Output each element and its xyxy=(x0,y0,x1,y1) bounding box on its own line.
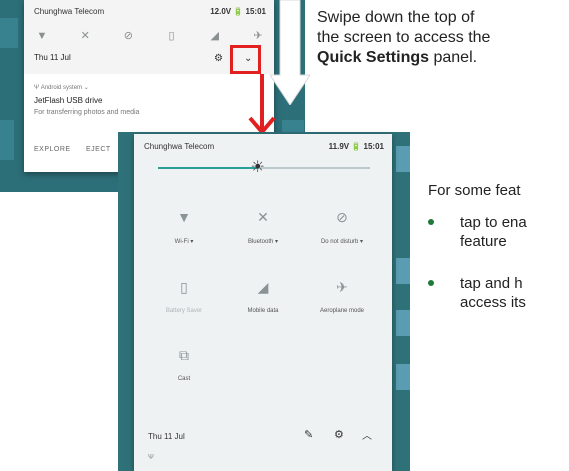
carrier-label: Chunghwa Telecom xyxy=(34,7,105,16)
gear-icon[interactable]: ⚙ xyxy=(214,53,223,64)
background-tile xyxy=(0,18,18,48)
dnd-icon[interactable]: ⊘ xyxy=(120,28,136,44)
quick-settings-panel: Chunghwa Telecom 11.9V 🔋 15:01 ☀ ▼ Wi-Fi… xyxy=(134,134,392,471)
battery-icon[interactable]: ▯ xyxy=(164,28,180,44)
battery-time-label: 11.9V 🔋 15:01 xyxy=(328,142,384,151)
instruction-line: Quick Settings panel. xyxy=(317,49,478,66)
tile-label: Bluetooth ▾ xyxy=(247,239,279,245)
tile-mobile-data[interactable]: ◢ Mobile data xyxy=(223,278,303,314)
quick-settings-footer: Thu 11 Jul ✎ ⚙ ︿ Ψ xyxy=(134,424,392,471)
bluetooth-off-icon[interactable]: ✕ xyxy=(77,28,93,44)
bluetooth-off-icon: ✕ xyxy=(257,209,269,225)
mobile-data-icon[interactable]: ◢ xyxy=(207,28,223,44)
tile-label: Cast xyxy=(177,376,191,382)
edit-icon[interactable]: ✎ xyxy=(304,428,313,441)
gear-icon[interactable]: ⚙ xyxy=(334,428,344,441)
tile-do-not-disturb[interactable]: ⊘ Do not disturb ▾ xyxy=(302,208,382,245)
background-tile xyxy=(396,258,410,284)
notification-title: JetFlash USB drive xyxy=(34,96,103,105)
tile-battery-saver[interactable]: ▯ Battery Saver xyxy=(144,278,224,314)
instruction-text: Swipe down the top of the screen to acce… xyxy=(317,8,569,68)
background-tile xyxy=(396,146,410,172)
tile-label: Battery Saver xyxy=(165,308,203,314)
tile-bluetooth[interactable]: ✕ Bluetooth ▾ xyxy=(223,208,303,245)
tile-aeroplane-mode[interactable]: ✈ Aeroplane mode xyxy=(302,278,382,314)
date-label: Thu 11 Jul xyxy=(34,53,71,62)
battery-icon: ▯ xyxy=(180,279,188,295)
brightness-fill xyxy=(158,167,258,169)
highlight-box xyxy=(230,45,261,74)
date-label: Thu 11 Jul xyxy=(148,432,185,441)
usb-icon: Ψ xyxy=(148,454,154,461)
chevron-up-icon[interactable]: ︿ xyxy=(362,427,372,442)
carrier-label: Chunghwa Telecom xyxy=(144,142,215,151)
notification-subtitle: For transferring photos and media xyxy=(34,109,140,116)
airplane-icon: ✈ xyxy=(336,279,348,295)
eject-button[interactable]: EJECT xyxy=(86,146,111,153)
red-arrow-icon xyxy=(248,74,276,136)
wifi-icon[interactable]: ▼ xyxy=(34,28,50,44)
mobile-data-icon: ◢ xyxy=(257,279,269,295)
tile-label: Aeroplane mode xyxy=(319,308,365,314)
tile-label: Wi-Fi ▾ xyxy=(174,239,194,245)
tile-label: Do not disturb ▾ xyxy=(320,239,364,245)
bullet-dot xyxy=(428,219,434,225)
cast-icon: ⧉ xyxy=(179,347,189,363)
tile-cast[interactable]: ⧉ Cast xyxy=(144,346,224,382)
wifi-icon: ▼ xyxy=(177,209,191,225)
quick-icons-row: ▼ ✕ ⊘ ▯ ◢ ✈ xyxy=(34,28,266,44)
airplane-icon[interactable]: ✈ xyxy=(250,28,266,44)
bullet-dot xyxy=(428,280,434,286)
tile-wifi[interactable]: ▼ Wi-Fi ▾ xyxy=(144,208,224,245)
explore-button[interactable]: EXPLORE xyxy=(34,146,71,153)
instruction-line: the screen to access the xyxy=(317,29,491,46)
quick-settings-emphasis: Quick Settings xyxy=(317,49,430,66)
brightness-icon[interactable]: ☀ xyxy=(249,159,267,177)
battery-time-label: 12.0V 🔋 15:01 xyxy=(210,7,266,16)
background-tile xyxy=(396,364,410,390)
side-intro-text: For some feat xyxy=(428,182,521,199)
background-tile xyxy=(396,310,410,336)
notification-app-label: Ψ Android system ⌄ xyxy=(34,85,89,91)
instruction-line: Swipe down the top of xyxy=(317,9,475,26)
status-bar: Chunghwa Telecom 11.9V 🔋 15:01 xyxy=(144,142,384,154)
status-bar: Chunghwa Telecom 12.0V 🔋 15:01 xyxy=(34,7,266,21)
dnd-icon: ⊘ xyxy=(336,209,348,225)
tile-label: Mobile data xyxy=(247,308,279,314)
background-tile xyxy=(0,120,14,160)
